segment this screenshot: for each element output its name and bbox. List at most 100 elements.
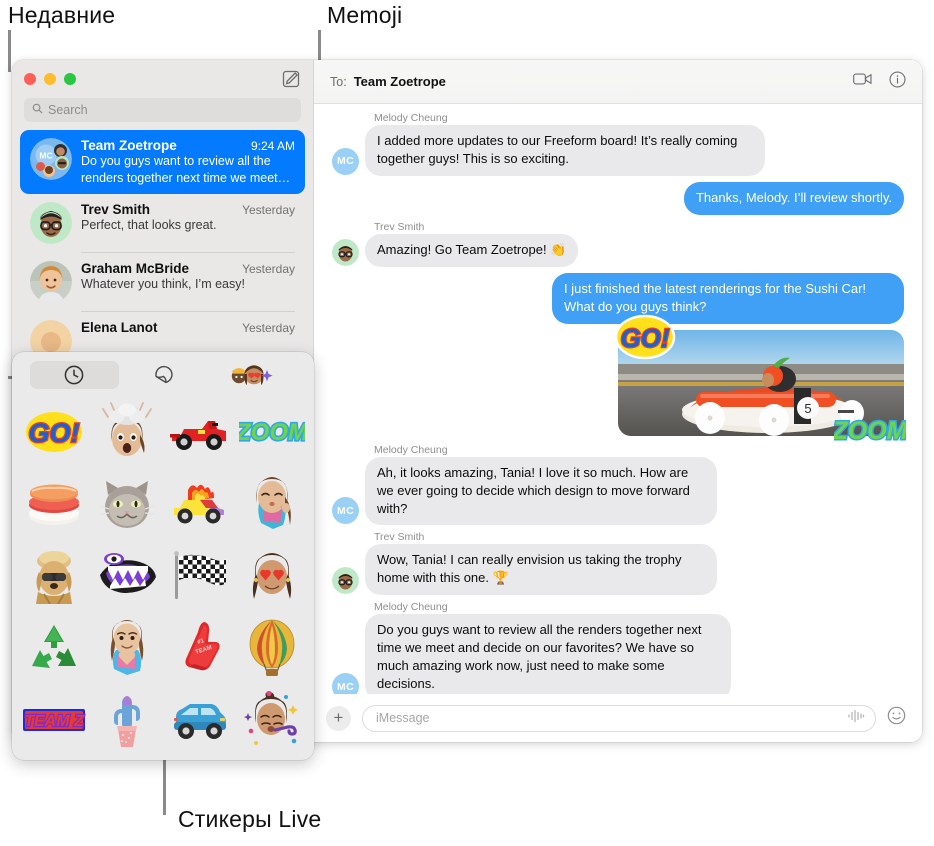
zoom-button[interactable]: [64, 73, 76, 85]
chat-pane: To: Team Zoetrope Melody Cheung MC I add…: [313, 60, 922, 742]
search-input[interactable]: Search: [24, 98, 301, 122]
message-bubble[interactable]: Thanks, Melody. I’ll review shortly.: [683, 181, 904, 215]
checkered-flag-sticker[interactable]: [163, 540, 236, 612]
grumpy-cat-sticker[interactable]: [91, 468, 164, 540]
live-stickers-tab[interactable]: [119, 361, 208, 389]
go-text-sticker[interactable]: GO!: [18, 396, 91, 468]
bubble-row: MC Do you guys want to review all the re…: [332, 614, 731, 694]
mind-blown-memoji-sticker[interactable]: [91, 396, 164, 468]
imessage-placeholder: iMessage: [376, 711, 430, 725]
cactus-sticker[interactable]: [91, 684, 164, 756]
sushi-sticker[interactable]: [18, 468, 91, 540]
search-icon: [32, 101, 43, 119]
conversation-body: Team Zoetrope 9:24 AM Do you guys want t…: [81, 138, 295, 186]
svg-text:GO!: GO!: [29, 418, 80, 448]
heart-hands-memoji-sticker[interactable]: [91, 612, 164, 684]
conversation-time: 9:24 AM: [250, 139, 295, 153]
video-camera-icon[interactable]: [853, 72, 872, 91]
minimize-button[interactable]: [44, 73, 56, 85]
svg-text:MC: MC: [39, 151, 52, 161]
conversation-row-graham-mcbride[interactable]: Graham McBride Yesterday Whatever you th…: [20, 253, 305, 311]
go-text-sticker[interactable]: GO!: [614, 312, 676, 362]
imessage-input[interactable]: iMessage: [362, 704, 876, 732]
search-wrapper: Search: [12, 98, 313, 130]
close-button[interactable]: [24, 73, 36, 85]
foam-finger-sticker[interactable]: #1 TEAM: [163, 612, 236, 684]
hot-air-balloon-sticker[interactable]: [236, 612, 309, 684]
chat-header: To: Team Zoetrope: [314, 60, 922, 104]
svg-text:TEAM Z: TEAM Z: [24, 713, 85, 730]
monster-mouth-sticker[interactable]: [91, 540, 164, 612]
group-avatar: MC: [30, 138, 72, 180]
message-sender: Melody Cheung: [374, 443, 448, 456]
message-input-bar: + iMessage: [314, 694, 922, 742]
message-group: Melody Cheung MC Do you guys want to rev…: [332, 601, 904, 694]
message-bubble[interactable]: Ah, it looks amazing, Tania! I love it s…: [365, 456, 717, 526]
info-circle-icon[interactable]: [889, 70, 906, 93]
to-label: To:: [330, 74, 347, 89]
memoji-kiss-sticker[interactable]: [236, 468, 309, 540]
avatar: MC: [332, 147, 359, 175]
memoji-tab[interactable]: [207, 361, 296, 389]
sidebar-titlebar: [12, 60, 313, 98]
recipient-name[interactable]: Team Zoetrope: [354, 74, 446, 89]
avatar: [332, 238, 359, 266]
message-thread[interactable]: Melody Cheung MC I added more updates to…: [314, 104, 922, 694]
bubble-row: MC Ah, it looks amazing, Tania! I love i…: [332, 456, 717, 526]
conversation-name: Trev Smith: [81, 202, 151, 217]
conversation-row-team-zoetrope[interactable]: MC Team Zoetrope 9:24 AM Do you guys wan…: [20, 130, 305, 194]
photo-avatar-graham: [30, 261, 72, 303]
blue-car-sticker[interactable]: [163, 684, 236, 756]
avatar: [332, 567, 359, 595]
callout-leader-recents: [8, 30, 11, 72]
bubble-row: Amazing! Go Team Zoetrope! 👏: [332, 233, 579, 267]
conversation-time: Yesterday: [242, 321, 295, 335]
bubble-row: I just finished the latest renderings fo…: [552, 272, 904, 324]
zoom-text-sticker[interactable]: ZOOM: [830, 410, 910, 450]
conversation-body: Graham McBride Yesterday Whatever you th…: [81, 261, 295, 303]
conversation-name: Graham McBride: [81, 261, 190, 276]
zoom-text-sticker[interactable]: ZOOM: [236, 396, 309, 468]
message-bubble[interactable]: I added more updates to our Freeform boa…: [365, 125, 765, 176]
flaming-car-sticker[interactable]: [163, 468, 236, 540]
sticker-grid[interactable]: GO! ZOOM #1 TEAM TEAM Z: [12, 394, 314, 760]
message-sender: Trev Smith: [374, 531, 425, 544]
recents-tab[interactable]: [30, 361, 119, 389]
team-z-text-sticker[interactable]: TEAM Z: [18, 684, 91, 756]
callout-label-live-stickers: Стикеры Live: [178, 806, 322, 832]
conversation-name: Elena Lanot: [81, 320, 158, 335]
photo-attachment-wrapper[interactable]: 5 GO! ZOOM: [614, 314, 910, 446]
compose-icon[interactable]: [281, 69, 301, 89]
race-car-sticker[interactable]: [163, 396, 236, 468]
message-group-photo: 5 GO! ZOOM: [332, 314, 910, 446]
audio-waveform-icon[interactable]: [847, 709, 865, 728]
avatar: MC: [332, 673, 359, 694]
plus-icon[interactable]: +: [326, 705, 351, 731]
callout-label-recents: Недавние: [8, 2, 116, 28]
smiley-face-icon[interactable]: [887, 706, 906, 730]
message-group: Melody Cheung MC I added more updates to…: [332, 112, 904, 176]
party-memoji-sticker[interactable]: [236, 684, 309, 756]
message-sender: Melody Cheung: [374, 601, 448, 614]
message-group: Trev Smith: [332, 221, 904, 267]
bubble-row: Wow, Tania! I can really envision us tak…: [332, 544, 717, 596]
avatar: MC: [332, 497, 359, 525]
dog-in-sunglasses-sticker[interactable]: [18, 540, 91, 612]
conversation-time: Yesterday: [242, 262, 295, 276]
heart-eyes-memoji-sticker[interactable]: [236, 540, 309, 612]
sticker-tabs: [12, 352, 314, 394]
message-bubble[interactable]: Wow, Tania! I can really envision us tak…: [365, 544, 717, 596]
message-sender: Melody Cheung: [374, 112, 448, 124]
message-sender: Trev Smith: [374, 220, 425, 233]
header-actions: [853, 70, 906, 93]
conversation-time: Yesterday: [242, 203, 295, 217]
svg-text:ZOOM: ZOOM: [239, 419, 305, 446]
message-bubble[interactable]: Do you guys want to review all the rende…: [365, 614, 731, 694]
search-placeholder: Search: [48, 103, 88, 117]
sticker-popover: GO! ZOOM #1 TEAM TEAM Z: [12, 352, 314, 760]
message-bubble[interactable]: Amazing! Go Team Zoetrope! 👏: [365, 233, 579, 267]
message-group: Trev Smith: [332, 531, 904, 596]
conversation-row-trev-smith[interactable]: Trev Smith Yesterday Perfect, that looks…: [20, 194, 305, 252]
message-bubble[interactable]: I just finished the latest renderings fo…: [552, 272, 904, 324]
recycle-sticker[interactable]: [18, 612, 91, 684]
